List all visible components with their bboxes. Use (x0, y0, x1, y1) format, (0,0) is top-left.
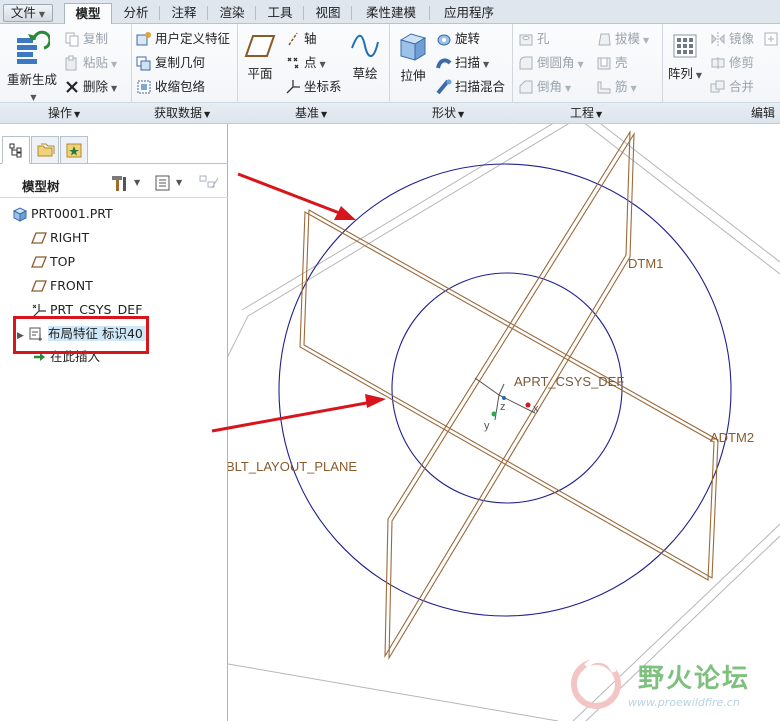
arrow-to-inner-circle (211, 394, 386, 433)
creo-parametric-window: 文件 ▼ 模型 分析 注释 渲染 工具 视图 柔性建模 应用程序 重新生成▼ 复制 (0, 0, 780, 721)
watermark: 野火论坛 www.proewildfire.cn (566, 652, 780, 721)
watermark-title: 野火论坛 (638, 664, 751, 694)
watermark-url: www.proewildfire.cn (628, 696, 740, 709)
annotation-arrows (211, 172, 386, 433)
watermark-logo-icon (571, 657, 621, 709)
arrow-to-outer-circle (237, 172, 356, 220)
